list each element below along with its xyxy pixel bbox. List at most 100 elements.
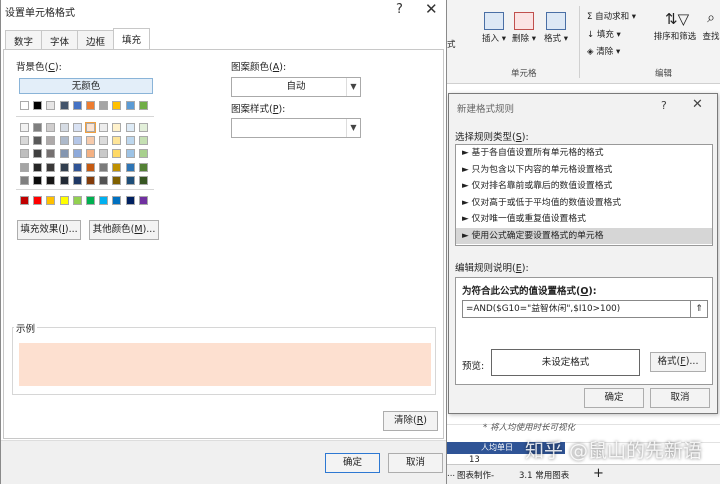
color-swatch[interactable] (125, 162, 135, 172)
rule-type-item[interactable]: ► 基于各自值设置所有单元格的格式 (456, 145, 712, 162)
format-button[interactable]: 格式 ▾ (543, 12, 569, 44)
color-swatch[interactable] (20, 136, 29, 146)
color-swatch[interactable] (99, 101, 109, 110)
color-swatch[interactable] (72, 175, 82, 185)
color-swatch[interactable] (46, 149, 56, 159)
color-swatch[interactable] (112, 149, 122, 159)
rule-type-item-selected[interactable]: ► 使用公式确定要设置格式的单元格 (456, 227, 712, 244)
tab-font[interactable]: 字体 (41, 30, 79, 49)
color-swatch[interactable] (125, 123, 135, 132)
color-swatch[interactable] (33, 175, 43, 185)
color-swatch[interactable] (99, 123, 109, 132)
pattern-color-select[interactable]: 自动 ▼ (231, 77, 361, 97)
color-swatch[interactable] (138, 136, 148, 146)
rule-type-item[interactable]: ► 仅对高于或低于平均值的数值设置格式 (456, 195, 712, 212)
ok-button[interactable]: 确定 (325, 453, 380, 473)
color-swatch[interactable] (138, 149, 148, 159)
help-icon[interactable]: ? (661, 99, 667, 112)
color-swatch[interactable] (112, 136, 122, 146)
rule-type-item[interactable]: ► 仅对排名靠前或靠后的数值设置格式 (456, 178, 712, 195)
color-swatch[interactable] (72, 162, 82, 172)
color-swatch[interactable] (33, 149, 43, 159)
color-swatch[interactable] (85, 122, 96, 133)
add-sheet-icon[interactable]: + (593, 466, 604, 481)
color-swatch[interactable] (72, 149, 82, 159)
color-swatch[interactable] (33, 136, 43, 146)
color-swatch[interactable] (99, 175, 109, 185)
color-swatch[interactable] (59, 136, 69, 146)
color-swatch[interactable] (125, 136, 135, 146)
new-rule-ok-button[interactable]: 确定 (584, 388, 644, 408)
color-swatch[interactable] (59, 196, 69, 205)
clear-button[interactable]: 清除(R) (383, 411, 438, 431)
color-swatch[interactable] (86, 175, 95, 185)
color-swatch[interactable] (33, 123, 43, 132)
rule-type-item[interactable]: ► 仅对唯一值或重复值设置格式 (456, 211, 712, 228)
collapse-dialog-icon[interactable]: ⇑ (690, 301, 707, 317)
no-color-button[interactable]: 无颜色 (19, 78, 153, 94)
autosum-button[interactable]: Σ 自动求和 ▾ (587, 10, 636, 22)
color-swatch[interactable] (125, 175, 135, 185)
color-swatch[interactable] (138, 123, 148, 132)
help-icon[interactable]: ? (396, 2, 403, 17)
color-swatch[interactable] (86, 149, 95, 159)
more-colors-button[interactable]: 其他颜色(M)... (89, 220, 159, 240)
color-swatch[interactable] (138, 162, 148, 172)
clear-ribbon-button[interactable]: ◈ 清除 ▾ (587, 45, 620, 57)
pattern-style-select[interactable]: ▼ (231, 118, 361, 138)
color-swatch[interactable] (99, 196, 109, 205)
color-swatch[interactable] (59, 162, 69, 172)
color-swatch[interactable] (46, 196, 56, 205)
color-swatch[interactable] (86, 136, 95, 146)
color-swatch[interactable] (86, 196, 95, 205)
color-swatch[interactable] (72, 136, 82, 146)
sheet-tab-common[interactable]: 3.1 常用图表 (519, 469, 569, 481)
color-swatch[interactable] (20, 123, 29, 132)
color-swatch[interactable] (138, 175, 148, 185)
fill-effects-button[interactable]: 填充效果(I)... (17, 220, 81, 240)
color-swatch[interactable] (59, 175, 69, 185)
delete-button[interactable]: 删除 ▾ (511, 12, 537, 44)
tab-fill[interactable]: 填充 (113, 28, 151, 49)
color-swatch[interactable] (86, 101, 95, 110)
color-swatch[interactable] (125, 196, 135, 205)
color-swatch[interactable] (125, 149, 135, 159)
color-swatch[interactable] (33, 162, 43, 172)
color-swatch[interactable] (59, 149, 69, 159)
color-swatch[interactable] (20, 175, 29, 185)
color-swatch[interactable] (99, 162, 109, 172)
color-swatch[interactable] (59, 123, 69, 132)
color-swatch[interactable] (112, 101, 122, 110)
color-swatch[interactable] (20, 196, 29, 205)
color-swatch[interactable] (20, 162, 29, 172)
color-swatch[interactable] (138, 101, 148, 110)
color-swatch[interactable] (125, 101, 135, 110)
color-swatch[interactable] (46, 136, 56, 146)
tab-number[interactable]: 数字 (5, 30, 43, 49)
color-swatch[interactable] (59, 101, 69, 110)
tab-more[interactable]: ... (447, 469, 455, 479)
formula-input[interactable]: =AND($G10="益智休闲",$I10>100) ⇑ (462, 300, 708, 318)
insert-button[interactable]: 插入 ▾ (481, 12, 507, 44)
color-swatch[interactable] (99, 136, 109, 146)
color-swatch[interactable] (72, 101, 82, 110)
color-swatch[interactable] (72, 123, 82, 132)
color-swatch[interactable] (33, 101, 43, 110)
color-swatch[interactable] (112, 162, 122, 172)
new-rule-cancel-button[interactable]: 取消 (650, 388, 710, 408)
format-rule-button[interactable]: 格式(F)... (650, 352, 706, 372)
close-icon[interactable]: ✕ (425, 0, 438, 18)
sheet-tab-charts[interactable]: 图表制作- (457, 469, 494, 481)
close-icon[interactable]: ✕ (692, 97, 703, 112)
color-swatch[interactable] (72, 196, 82, 205)
color-swatch[interactable] (46, 123, 56, 132)
tab-border[interactable]: 边框 (77, 30, 115, 49)
color-swatch[interactable] (112, 196, 122, 205)
color-swatch[interactable] (33, 196, 43, 205)
color-swatch[interactable] (138, 196, 148, 205)
cancel-button[interactable]: 取消 (388, 453, 443, 473)
color-swatch[interactable] (46, 101, 56, 110)
fill-button[interactable]: ↓ 填充 ▾ (587, 28, 621, 40)
color-swatch[interactable] (20, 149, 29, 159)
color-swatch[interactable] (46, 162, 56, 172)
